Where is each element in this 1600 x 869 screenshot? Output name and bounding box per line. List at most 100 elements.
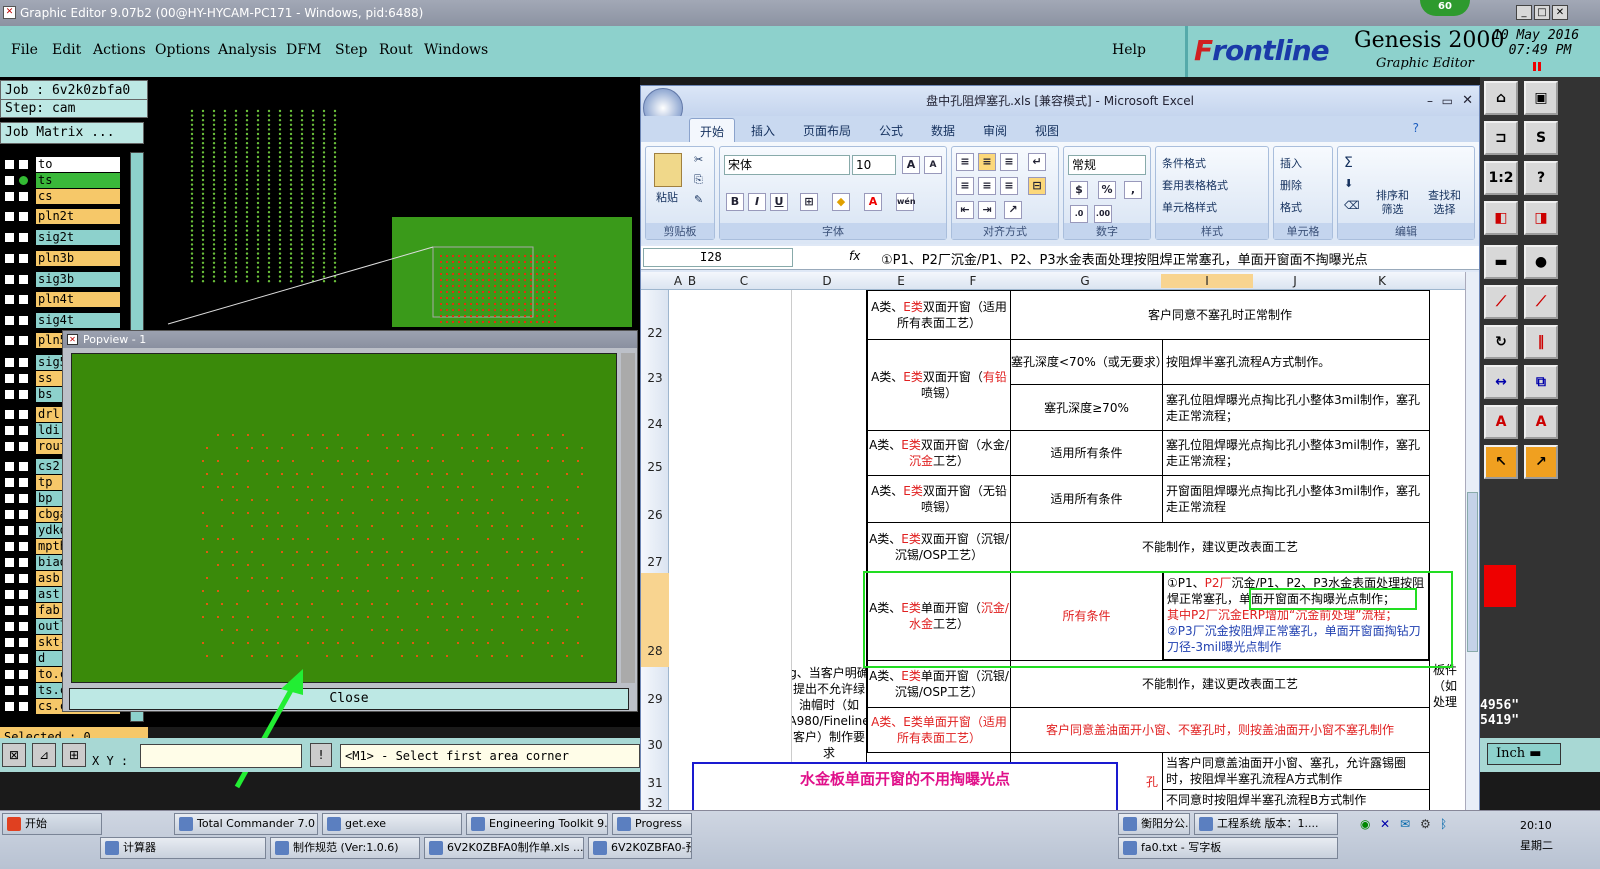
- name-box[interactable]: I28: [643, 248, 793, 267]
- col-a[interactable]: A: [671, 274, 685, 288]
- layer-display-toggle[interactable]: [18, 357, 29, 368]
- layer-display-toggle[interactable]: [18, 389, 29, 400]
- layer-checkbox[interactable]: [4, 191, 15, 202]
- col-j[interactable]: J: [1253, 274, 1337, 288]
- cell-e30[interactable]: A类、E类单面开窗（适用所有表面工艺）: [867, 707, 1011, 753]
- col-d[interactable]: D: [789, 274, 865, 288]
- layer-display-toggle[interactable]: [18, 653, 29, 664]
- layer-name[interactable]: sig3b: [36, 272, 120, 287]
- row-28[interactable]: 28: [641, 644, 669, 658]
- align-center-icon[interactable]: ≡: [978, 177, 996, 195]
- layer-name[interactable]: pln4t: [36, 292, 120, 307]
- layer-name[interactable]: pln3b: [36, 251, 120, 266]
- job-matrix-button[interactable]: Job Matrix ...: [0, 122, 144, 144]
- task-total-commander[interactable]: Total Commander 7.0 ...: [174, 813, 318, 835]
- layer-display-toggle[interactable]: [18, 541, 29, 552]
- align-bottom-icon[interactable]: ≡: [1000, 153, 1018, 171]
- tab-data[interactable]: 数据: [931, 122, 955, 139]
- layer-row[interactable]: pln4t: [2, 292, 120, 307]
- cell-g26[interactable]: 适用所有条件: [1010, 475, 1163, 523]
- indent-decrease-icon[interactable]: ⇤: [956, 201, 974, 219]
- layer-checkbox[interactable]: [4, 461, 15, 472]
- find-select-button[interactable]: 查找和 选择: [1428, 189, 1461, 217]
- task-hengyang[interactable]: 衡阳分公...: [1118, 813, 1190, 835]
- menu-options[interactable]: Options: [155, 42, 210, 58]
- line-edit-icon[interactable]: ⟋: [1524, 285, 1558, 319]
- layer-row[interactable]: pln3b: [2, 251, 120, 266]
- layer-checkbox[interactable]: [4, 175, 15, 186]
- task-engineering-system[interactable]: 工程系统 版本：1....: [1194, 813, 1338, 835]
- layer-display-toggle[interactable]: [18, 493, 29, 504]
- tab-review[interactable]: 审阅: [983, 122, 1007, 139]
- dot-icon[interactable]: ●: [1524, 245, 1558, 279]
- cell-e25[interactable]: A类、E类双面开窗（水金/沉金工艺）: [867, 430, 1011, 476]
- layer-checkbox[interactable]: [4, 509, 15, 520]
- layer-display-toggle[interactable]: [18, 477, 29, 488]
- layer-checkbox[interactable]: [4, 493, 15, 504]
- col-f[interactable]: F: [937, 274, 1009, 288]
- copy-icon[interactable]: ⧉: [1524, 365, 1558, 399]
- layer-display-toggle[interactable]: [18, 509, 29, 520]
- bluetooth-icon[interactable]: ᛒ: [1440, 817, 1447, 831]
- copy-small-icon[interactable]: ⎘: [694, 173, 703, 187]
- menu-file[interactable]: File: [11, 42, 38, 58]
- layer-checkbox[interactable]: [4, 589, 15, 600]
- underline-icon[interactable]: U: [770, 193, 788, 211]
- row-31[interactable]: 31: [641, 776, 669, 790]
- indent-increase-icon[interactable]: ⇥: [978, 201, 996, 219]
- paste-icon[interactable]: [654, 153, 682, 187]
- layer-display-toggle[interactable]: [18, 232, 29, 243]
- tray-icon-3[interactable]: ✉: [1400, 817, 1410, 831]
- layer-row[interactable]: ts: [2, 173, 120, 188]
- border-icon[interactable]: ⊞: [800, 193, 818, 211]
- excel-close-button[interactable]: ✕: [1462, 86, 1473, 116]
- layer-row[interactable]: sig3b: [2, 272, 120, 287]
- layer-checkbox[interactable]: [4, 669, 15, 680]
- cell-styles-button[interactable]: 单元格样式: [1162, 199, 1217, 215]
- layer-checkbox[interactable]: [4, 232, 15, 243]
- row-22[interactable]: 22: [641, 326, 669, 340]
- menu-windows[interactable]: Windows: [424, 42, 488, 58]
- layer-checkbox[interactable]: [4, 477, 15, 488]
- shrink-font-icon[interactable]: A: [924, 156, 942, 174]
- layer-b-icon[interactable]: ◨: [1524, 201, 1558, 235]
- layer-display-toggle[interactable]: [18, 211, 29, 222]
- layer-display-toggle[interactable]: [18, 557, 29, 568]
- layer-checkbox[interactable]: [4, 573, 15, 584]
- layer-checkbox[interactable]: [4, 294, 15, 305]
- rotate-icon[interactable]: ↻: [1484, 325, 1518, 359]
- row-24[interactable]: 24: [641, 417, 669, 431]
- scale-icon[interactable]: 1:2: [1484, 161, 1518, 195]
- layer-checkbox[interactable]: [4, 315, 15, 326]
- wrap-text-icon[interactable]: ↵: [1028, 153, 1046, 171]
- row-25[interactable]: 25: [641, 460, 669, 474]
- row-32[interactable]: 32: [641, 796, 669, 810]
- layer-row[interactable]: to: [2, 157, 120, 172]
- select-icon[interactable]: ↖: [1484, 445, 1518, 479]
- layer-display-toggle[interactable]: [18, 159, 29, 170]
- tray-icon-1[interactable]: ◉: [1360, 817, 1370, 831]
- italic-icon[interactable]: I: [748, 193, 766, 211]
- tab-view[interactable]: 视图: [1035, 122, 1059, 139]
- align-top-icon[interactable]: ≡: [956, 153, 974, 171]
- units-dropdown[interactable]: Inch ▬: [1487, 743, 1561, 765]
- grid-tool-icon[interactable]: ⊞: [62, 743, 86, 767]
- grow-font-icon[interactable]: A: [902, 156, 920, 174]
- layer-checkbox[interactable]: [4, 621, 15, 632]
- layer-checkbox[interactable]: [4, 373, 15, 384]
- cell-e22[interactable]: A类、E类双面开窗（适用所有表面工艺）: [867, 290, 1011, 340]
- home-icon[interactable]: ⌂: [1484, 81, 1518, 115]
- menu-edit[interactable]: Edit: [52, 42, 81, 58]
- worksheet-grid[interactable]: 22 23 24 25 26 27 28 29 30 31 32 g、当客户明确…: [641, 290, 1465, 811]
- layer-checkbox[interactable]: [4, 159, 15, 170]
- layer-a-icon[interactable]: ◧: [1484, 201, 1518, 235]
- font-size-select[interactable]: 10: [852, 155, 896, 175]
- col-c[interactable]: C: [699, 274, 789, 288]
- task-spec[interactable]: 制作规范 (Ver:1.0.6): [270, 837, 420, 859]
- cell-g27[interactable]: 不能制作，建议更改表面工艺: [1010, 522, 1430, 572]
- layer-checkbox[interactable]: [4, 389, 15, 400]
- fill-icon[interactable]: ⬇: [1344, 177, 1353, 190]
- ruler-icon[interactable]: ▬: [1484, 245, 1518, 279]
- zoom-tool-icon[interactable]: ⊠: [2, 743, 26, 767]
- cell-g25[interactable]: 适用所有条件: [1010, 430, 1163, 476]
